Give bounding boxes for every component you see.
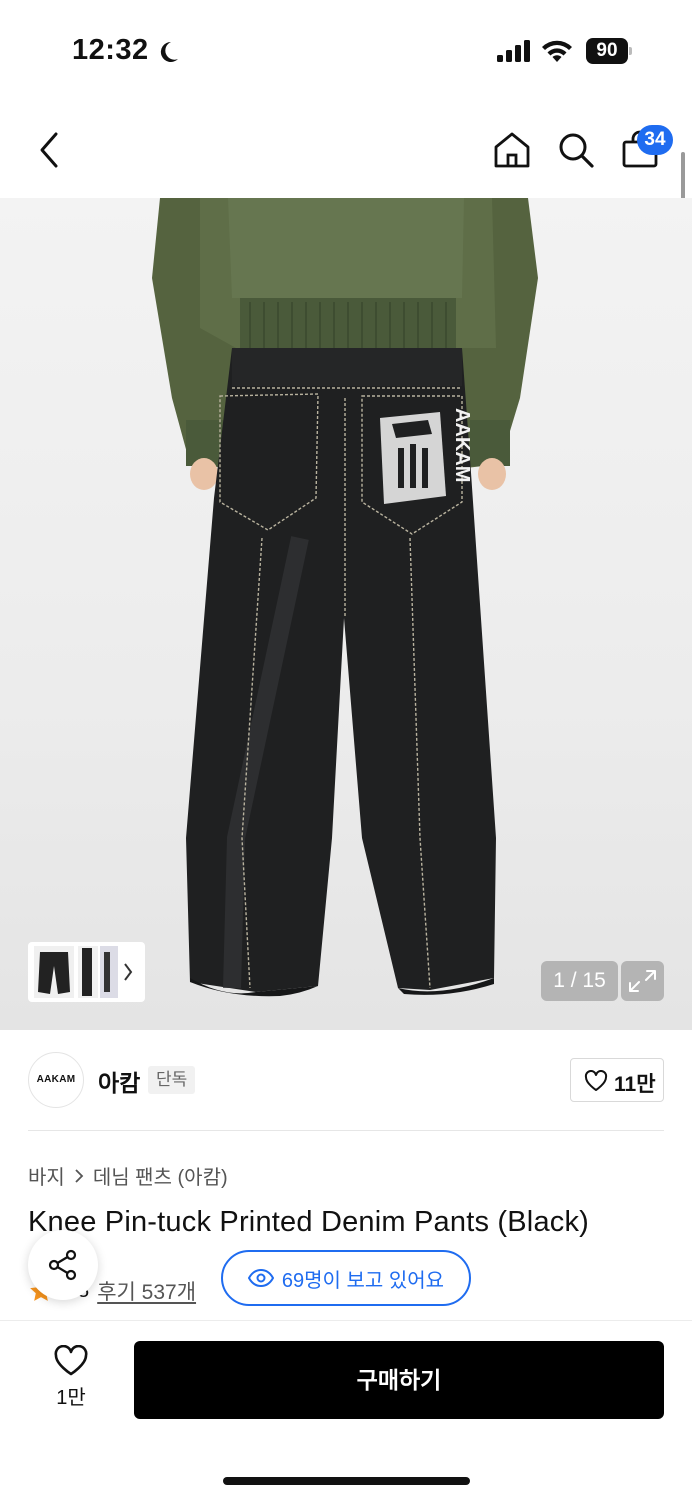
wishlist-button[interactable]: 1만	[40, 1345, 102, 1415]
thumbnail-strip[interactable]	[28, 942, 145, 1002]
product-image[interactable]: AAKAM	[0, 198, 692, 1030]
buy-button[interactable]: 구매하기	[134, 1341, 664, 1419]
share-button[interactable]	[28, 1230, 98, 1300]
viewers-text: 69명이 보고 있어요	[281, 1269, 445, 1292]
viewers-count-pill[interactable]: 69명이 보고 있어요	[221, 1250, 471, 1306]
pocket-print	[380, 412, 446, 504]
status-time: 12:32	[72, 34, 149, 66]
brand-row: AAKAM 아캄 단독 11만	[0, 1052, 692, 1108]
image-counter: 1 / 15	[541, 961, 618, 1001]
home-indicator	[223, 1477, 470, 1485]
pocket-print-text: AAKAM	[451, 408, 473, 482]
thumbnail-images	[34, 946, 133, 998]
search-icon[interactable]	[556, 130, 596, 170]
breadcrumb-subcategory[interactable]: 데님 팬츠 (아캄)	[93, 1161, 228, 1190]
moon-icon	[160, 41, 178, 62]
brand-name[interactable]: 아캄	[98, 1064, 140, 1098]
eye-icon	[247, 1269, 274, 1287]
cart-count-badge: 34	[637, 125, 673, 155]
back-arrow-icon[interactable]	[38, 130, 62, 170]
breadcrumb: 바지 데님 팬츠 (아캄)	[28, 1161, 228, 1190]
brand-like-count: 11만	[614, 1073, 656, 1096]
brand-like-button[interactable]: 11만	[570, 1058, 664, 1102]
heart-icon	[584, 1070, 608, 1091]
home-icon[interactable]	[492, 130, 532, 170]
expand-image-button[interactable]	[621, 961, 664, 1001]
divider	[28, 1130, 664, 1131]
expand-icon	[629, 970, 656, 992]
battery-level: 90	[586, 38, 628, 64]
exclusive-badge: 단독	[148, 1066, 196, 1094]
review-count-link[interactable]: 후기 537개	[97, 1276, 196, 1306]
wifi-icon	[542, 40, 572, 62]
wishlist-count: 1만	[56, 1387, 86, 1409]
cellular-signal-icon	[497, 40, 530, 62]
product-photo: AAKAM	[152, 198, 538, 997]
product-title: Knee Pin-tuck Printed Denim Pants (Black…	[28, 1206, 590, 1238]
battery-cap	[629, 47, 632, 55]
top-nav	[0, 118, 692, 182]
chevron-right-icon	[75, 1168, 84, 1183]
chevron-right-icon	[124, 963, 133, 981]
heart-icon	[54, 1345, 88, 1376]
breadcrumb-category[interactable]: 바지	[28, 1161, 65, 1190]
brand-logo[interactable]: AAKAM	[28, 1052, 84, 1108]
status-bar: 12:32 90	[0, 0, 692, 100]
battery-indicator: 90	[586, 38, 632, 64]
share-icon	[48, 1249, 77, 1281]
